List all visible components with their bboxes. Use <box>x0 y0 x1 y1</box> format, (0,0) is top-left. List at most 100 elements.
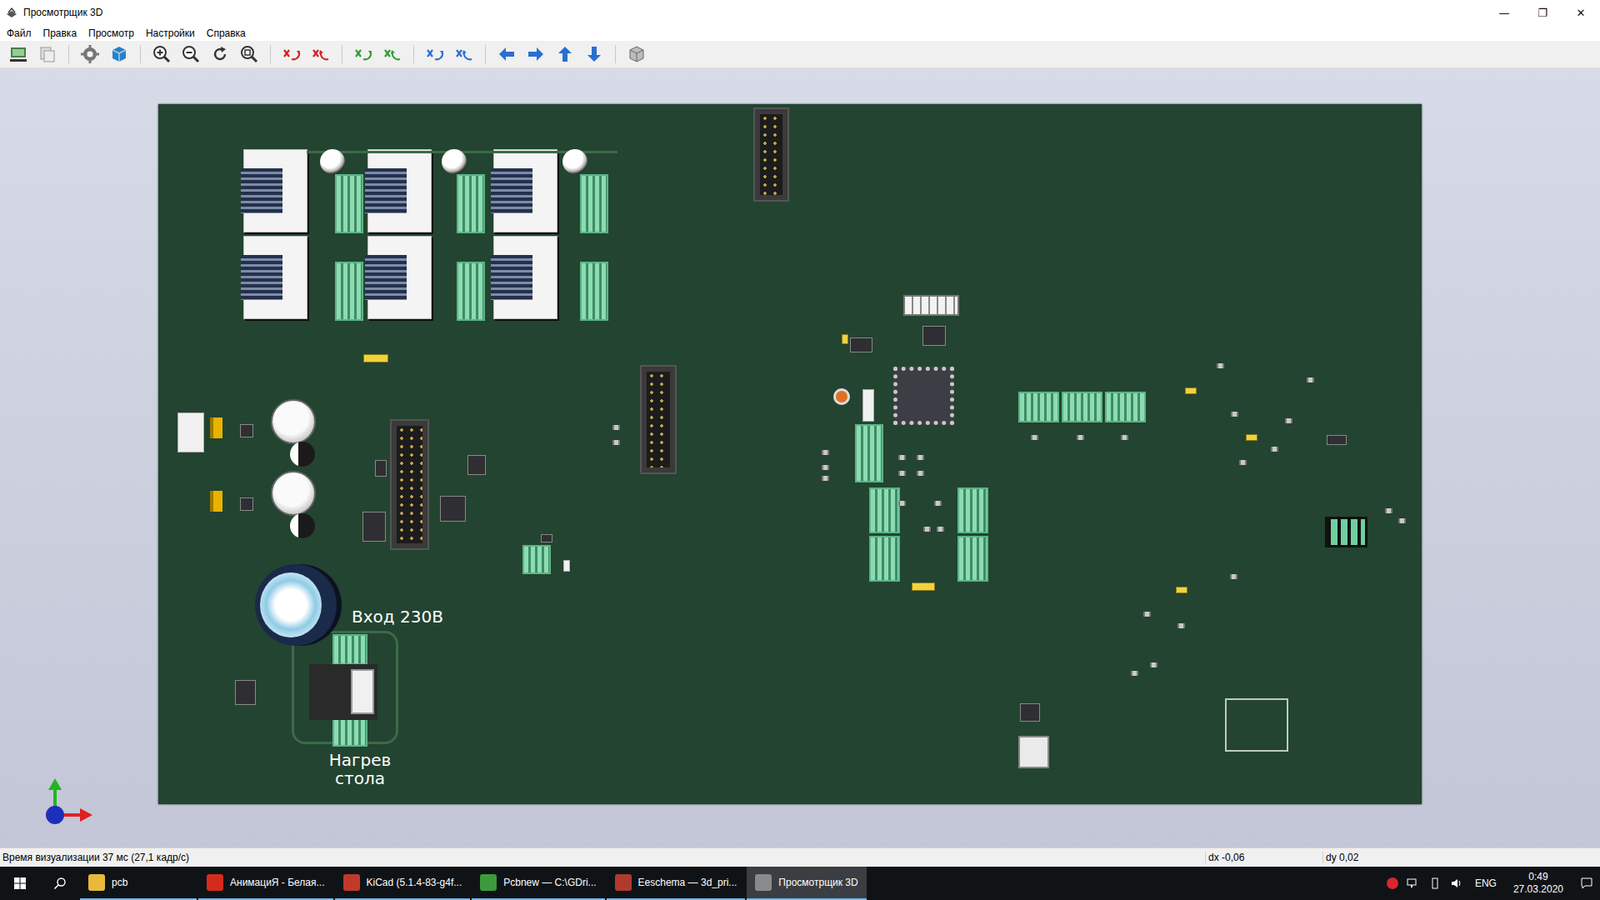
heatsink <box>240 168 283 215</box>
toolbar-button[interactable] <box>237 42 261 66</box>
3d-viewport[interactable]: Вход 230ВНагревстола <box>0 68 1600 848</box>
taskbar-item[interactable]: Eeschema — 3d_pri... <box>606 866 746 900</box>
app-icon <box>615 874 632 891</box>
down-icon <box>584 44 605 65</box>
pcb-smd <box>1285 418 1293 424</box>
toolbar-button[interactable] <box>495 42 519 66</box>
mega-icon[interactable] <box>1386 877 1399 890</box>
pcb-to220 <box>309 664 378 720</box>
menu-item[interactable]: Настройки <box>145 27 195 40</box>
taskbar-item[interactable]: Просмотрщик 3D <box>746 866 866 900</box>
toolbar-button[interactable] <box>35 42 60 66</box>
toolbar-button[interactable] <box>107 42 131 66</box>
search-button[interactable] <box>40 866 80 900</box>
idc-slot <box>646 371 670 468</box>
toolbar-button[interactable] <box>553 42 577 66</box>
toolbar-button[interactable] <box>309 42 333 66</box>
rot-icon <box>353 44 374 65</box>
pcb-bigcap <box>255 564 337 646</box>
menu-item[interactable]: Справка <box>206 27 246 40</box>
taskbar-item[interactable]: pcb <box>80 866 197 900</box>
capacitor-top <box>260 572 322 638</box>
start-button[interactable] <box>0 866 40 900</box>
pcb-smd <box>821 475 830 481</box>
toolbar <box>0 40 1600 69</box>
pcb-chip <box>540 534 553 543</box>
pcb-smd <box>1030 435 1039 440</box>
gear-icon <box>80 44 100 65</box>
pcb-term <box>1105 391 1146 423</box>
toolbar-button[interactable] <box>280 42 304 66</box>
pcb-smd <box>916 455 925 460</box>
zout-icon <box>180 44 201 65</box>
heatsink <box>490 168 533 215</box>
pcb-button <box>833 388 850 405</box>
taskbar: pcbАнимациЯ - Белая...KiCad (5.1.4-83-g4… <box>0 866 1600 900</box>
pcb-cap <box>441 149 467 175</box>
pcb-smd <box>1216 363 1225 369</box>
right-icon <box>525 44 546 65</box>
language-indicator[interactable]: ENG <box>1471 877 1500 890</box>
pcb-term <box>855 424 884 483</box>
pcb-chip <box>235 680 256 705</box>
toolbar-button[interactable] <box>452 42 476 66</box>
toolbar-separator <box>270 45 271 64</box>
battery-icon[interactable] <box>1428 876 1442 890</box>
pcb-led <box>1175 586 1188 594</box>
render-time: Время визуализации 37 мс (27,1 кадр/с) <box>0 851 1205 864</box>
toolbar-separator <box>341 45 343 64</box>
toolbar-separator <box>615 45 616 64</box>
pcb-qfp <box>893 366 955 425</box>
volume-icon[interactable] <box>1450 876 1464 890</box>
pcb-driver <box>367 149 432 233</box>
taskbar-item[interactable]: Pcbnew — C:\GDri... <box>471 866 605 900</box>
toolbar-button[interactable] <box>6 42 30 66</box>
toolbar-button[interactable] <box>208 42 232 66</box>
clock[interactable]: 0:4927.03.2020 <box>1508 870 1569 896</box>
pcb-term <box>332 634 368 665</box>
toolbar-separator <box>413 45 415 64</box>
app-icon <box>755 874 772 891</box>
app-icon <box>206 874 224 891</box>
pcb-led <box>1245 434 1258 441</box>
toolbar-separator <box>140 45 141 64</box>
pcb-chip <box>1020 703 1040 722</box>
taskbar-item[interactable]: АнимациЯ - Белая... <box>198 866 334 900</box>
pcb-sd <box>1225 698 1289 752</box>
toolbar-button[interactable] <box>179 42 203 66</box>
dy-readout: dy 0,02 <box>1322 851 1600 864</box>
toolbar-button[interactable] <box>582 42 606 66</box>
toolbar-button[interactable] <box>423 42 447 66</box>
idc-slot <box>396 425 423 544</box>
pcb-chip <box>362 511 386 542</box>
app-icon <box>88 874 105 891</box>
pcb-smd <box>821 450 830 455</box>
window-control-button[interactable]: ❐ <box>1523 0 1562 25</box>
toolbar-button[interactable] <box>625 42 649 66</box>
windows-logo-icon <box>13 876 27 890</box>
pcb-white <box>177 412 205 453</box>
window-control-button[interactable]: — <box>1485 0 1524 25</box>
network-icon[interactable] <box>1406 876 1420 890</box>
menu-item[interactable]: Просмотр <box>88 27 135 40</box>
toolbar-button[interactable] <box>380 42 405 66</box>
menu-item[interactable]: Правка <box>43 27 78 40</box>
rot-icon <box>425 44 445 65</box>
toolbar-button[interactable] <box>351 42 375 66</box>
heatsink <box>240 255 283 301</box>
system-tray: ENG 0:4927.03.2020 <box>1386 866 1600 900</box>
toolbar-separator <box>485 45 486 64</box>
pcb-chip <box>467 455 486 475</box>
taskbar-item[interactable]: KiCad (5.1.4-83-g4f... <box>335 866 471 900</box>
toolbar-button[interactable] <box>78 42 102 66</box>
window-control-button[interactable]: ✕ <box>1561 0 1600 25</box>
pcb-tant <box>210 417 223 439</box>
pcb-led <box>363 354 389 363</box>
pcb-header <box>903 295 960 316</box>
toolbar-button[interactable] <box>150 42 174 66</box>
notifications-icon[interactable] <box>1580 876 1594 890</box>
menu-item[interactable]: Файл <box>6 27 32 40</box>
window-title: Просмотрщик 3D <box>23 6 103 19</box>
toolbar-button[interactable] <box>524 42 548 66</box>
pcb-idc <box>753 107 790 202</box>
